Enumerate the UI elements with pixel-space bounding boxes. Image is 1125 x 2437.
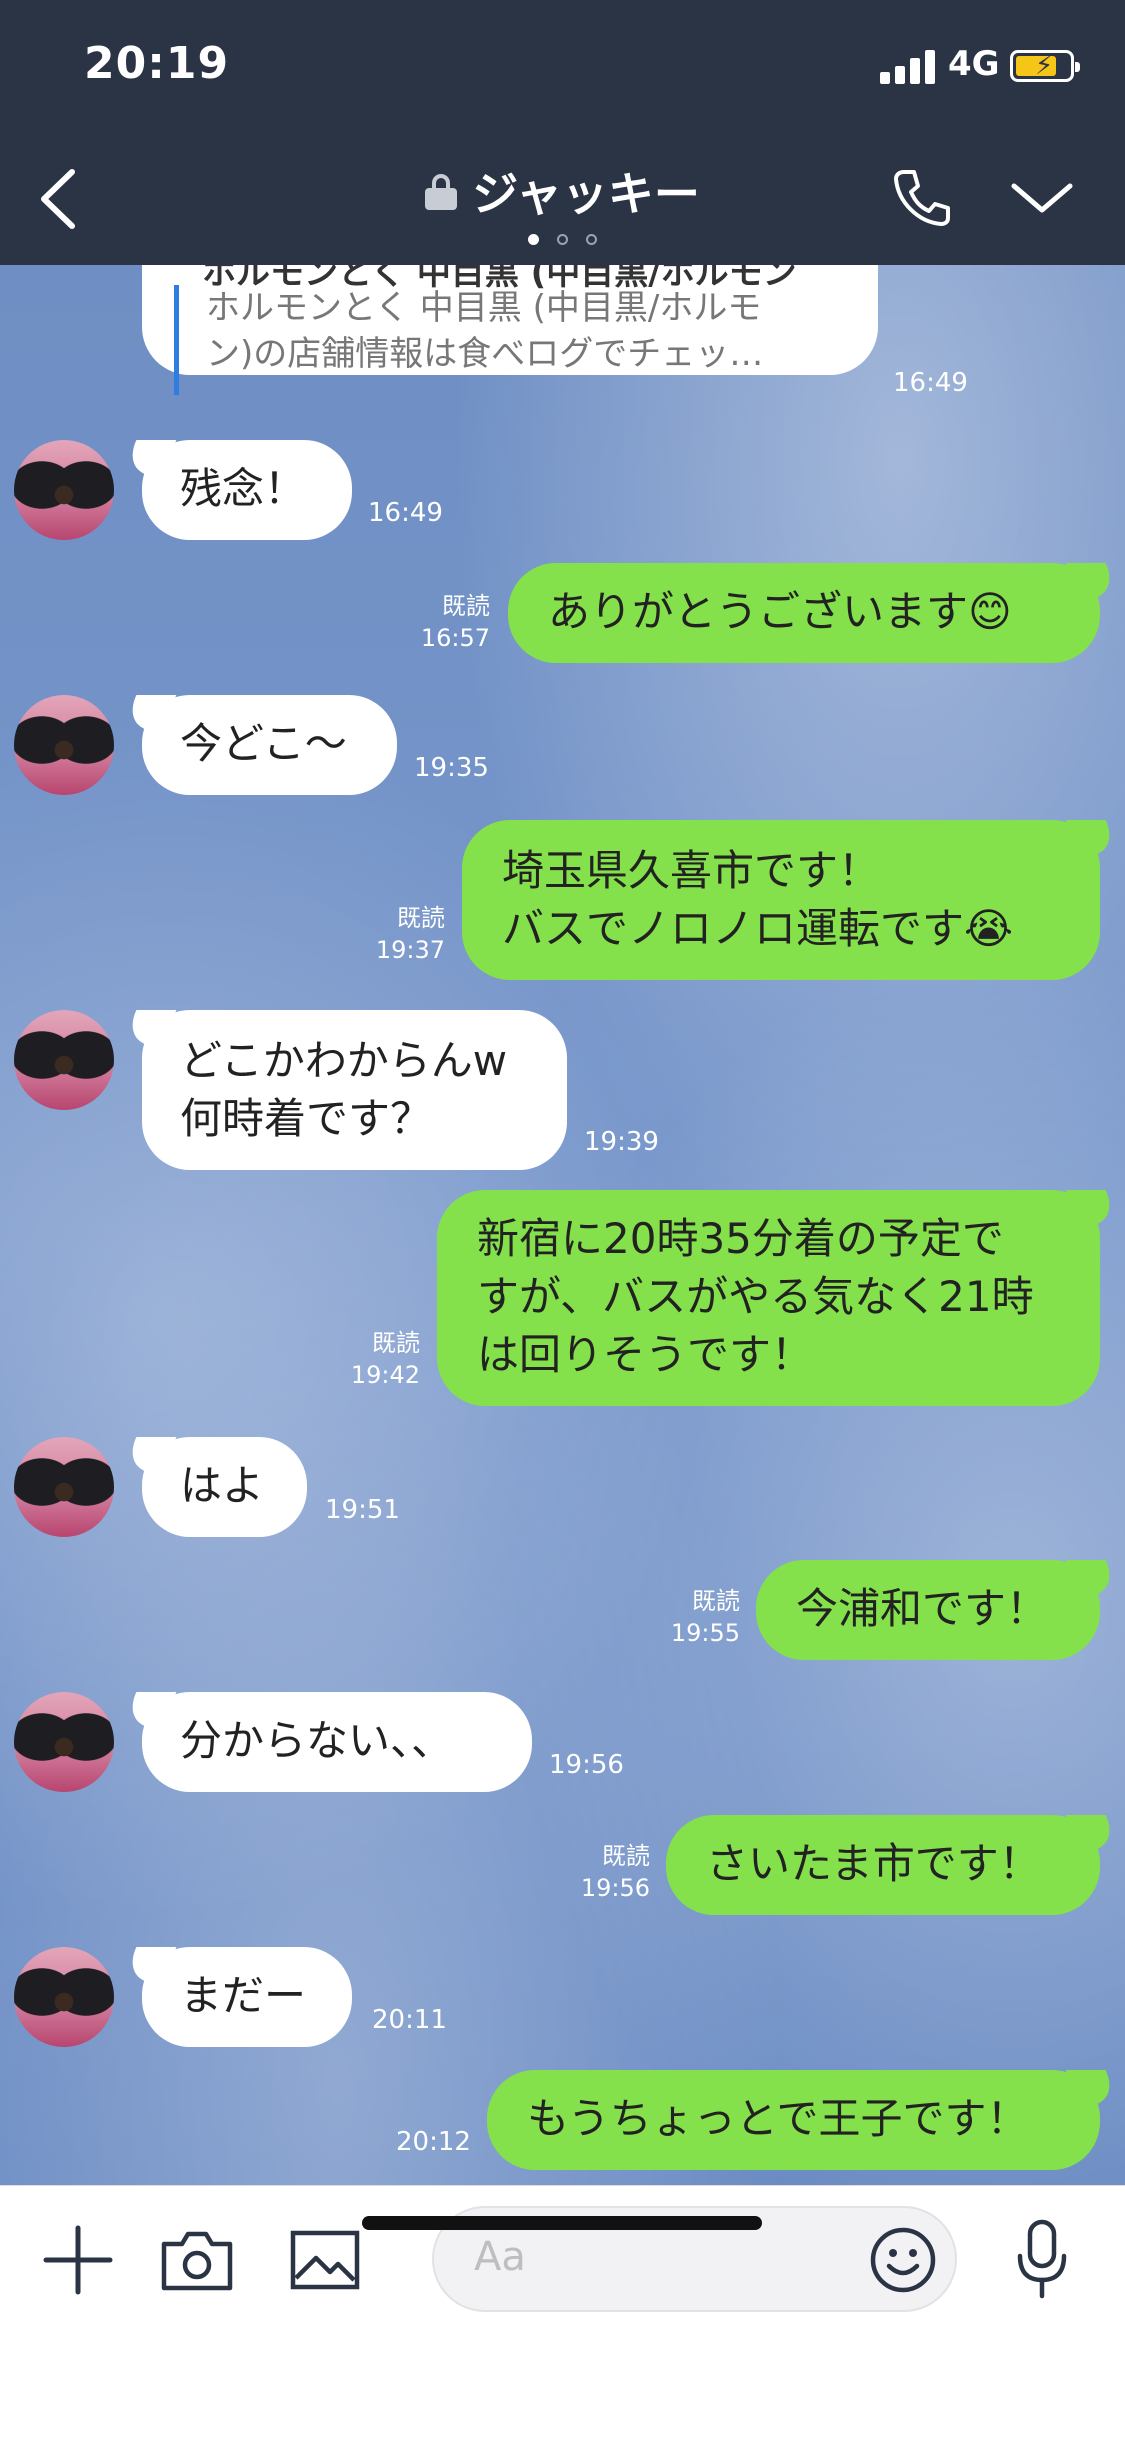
message-bubble-received[interactable]: はよ	[142, 1437, 307, 1537]
message-text: さいたま市です！	[706, 1839, 1041, 1888]
message-text: 今どこ〜	[180, 719, 347, 768]
read-label: 既読	[602, 1842, 650, 1870]
read-receipt: 既読 19:37	[335, 902, 445, 966]
message-time: 20:12	[396, 2127, 471, 2157]
status-bar: 20:19 4G ⚡	[0, 0, 1125, 130]
link-preview-description: ホルモンとく 中目黒 (中目黒/ホルモ ン)の店舗情報は食べログでチェッ…	[206, 288, 764, 374]
avatar[interactable]	[14, 1010, 114, 1110]
avatar[interactable]	[14, 1692, 114, 1792]
message-time: 19:35	[414, 753, 489, 783]
read-label: 既読	[372, 1329, 420, 1357]
plus-icon[interactable]	[42, 2224, 114, 2296]
message-text: まだー	[180, 1971, 307, 2020]
battery-icon: ⚡	[1010, 50, 1080, 82]
message-time: 19:56	[580, 1874, 650, 1902]
avatar[interactable]	[14, 440, 114, 540]
message-time: 16:49	[893, 368, 968, 398]
microphone-icon[interactable]	[1012, 2218, 1072, 2302]
message-text: 埼玉県久喜市です！ バスでノロノロ運転です😭	[502, 846, 1014, 953]
link-preview-card[interactable]: ホルモンとく 中目黒 (中目黒/ホルモン ホルモンとく 中目黒 (中目黒/ホルモ…	[142, 265, 878, 395]
message-time: 19:51	[325, 1495, 400, 1525]
link-accent-bar	[174, 285, 179, 395]
message-text: 分からない、、	[180, 1716, 454, 1765]
status-time: 20:19	[84, 38, 230, 89]
read-receipt: 既読 16:57	[380, 590, 490, 654]
page-dot	[557, 234, 568, 245]
message-text: 今浦和です！	[796, 1584, 1049, 1633]
message-time: 16:57	[420, 624, 490, 652]
message-text: どこかわからんw 何時着です？	[180, 1036, 508, 1143]
message-bubble-received[interactable]: 分からない、、	[142, 1692, 532, 1792]
page-indicator	[0, 230, 1125, 249]
message-bubble-sent[interactable]: さいたま市です！	[666, 1815, 1100, 1915]
message-time: 16:49	[368, 498, 443, 528]
chat-title: ジャッキー	[472, 167, 700, 221]
message-bubble-sent[interactable]: 埼玉県久喜市です！ バスでノロノロ運転です😭	[462, 820, 1100, 980]
message-bubble-received[interactable]: どこかわからんw 何時着です？	[142, 1010, 567, 1170]
message-bubble-sent[interactable]: ありがとうございます😊	[508, 563, 1100, 663]
chevron-down-icon[interactable]	[1010, 178, 1074, 218]
message-time: 19:56	[549, 1750, 624, 1780]
read-receipt: 既読 19:55	[630, 1585, 740, 1649]
avatar[interactable]	[14, 1947, 114, 2047]
message-text: はよ	[180, 1461, 265, 1510]
read-receipt: 既読 19:42	[310, 1327, 420, 1391]
message-text: 新宿に20時35分着の予定で すが、バスがやる気なく21時 は回りそうです！	[477, 1214, 1034, 1379]
message-text: 残念！	[180, 464, 307, 513]
message-bubble-sent[interactable]: 新宿に20時35分着の予定で すが、バスがやる気なく21時 は回りそうです！	[437, 1190, 1100, 1406]
read-label: 既読	[692, 1587, 740, 1615]
message-bubble-received[interactable]: 残念！	[142, 440, 352, 540]
message-time: 19:42	[350, 1361, 420, 1389]
message-bubble-received[interactable]: まだー	[142, 1947, 352, 2047]
smiley-icon[interactable]	[869, 2226, 937, 2294]
signal-icon	[880, 48, 936, 84]
read-label: 既読	[397, 904, 445, 932]
message-bubble-received[interactable]: 今どこ〜	[142, 695, 397, 795]
network-type: 4G	[948, 44, 1000, 84]
avatar[interactable]	[14, 695, 114, 795]
input-placeholder: Aa	[474, 2234, 526, 2280]
message-text: もうちょっとで王子です！	[527, 2094, 1029, 2143]
message-bubble-sent[interactable]: 今浦和です！	[756, 1560, 1100, 1660]
chat-header: ジャッキー	[0, 130, 1125, 265]
page-dot	[528, 234, 539, 245]
message-text: ありがとうございます😊	[548, 587, 1012, 636]
home-indicator[interactable]	[362, 2216, 762, 2230]
phone-icon[interactable]	[890, 166, 954, 230]
read-label: 既読	[442, 592, 490, 620]
lock-icon	[425, 174, 458, 210]
message-time: 20:11	[372, 2005, 447, 2035]
chat-title-area[interactable]: ジャッキー	[0, 158, 1125, 224]
message-time: 19:37	[375, 936, 445, 964]
read-receipt: 既読 19:56	[540, 1840, 650, 1904]
message-time: 19:39	[584, 1127, 659, 1157]
page-dot	[586, 234, 597, 245]
image-icon[interactable]	[290, 2230, 360, 2290]
avatar[interactable]	[14, 1437, 114, 1537]
message-time: 19:55	[670, 1619, 740, 1647]
camera-icon[interactable]	[160, 2228, 234, 2292]
message-bubble-sent[interactable]: もうちょっとで王子です！	[487, 2070, 1100, 2170]
message-list[interactable]: ホルモンとく 中目黒 (中目黒/ホルモン ホルモンとく 中目黒 (中目黒/ホルモ…	[0, 265, 1125, 2185]
